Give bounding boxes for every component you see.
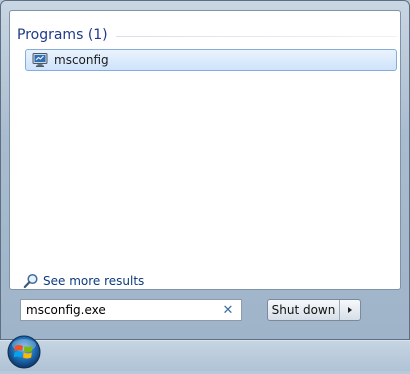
search-results-panel: Programs (1) msconfig See more results: [9, 10, 401, 290]
search-magnifier-icon: [23, 273, 39, 289]
see-more-results-link[interactable]: See more results: [23, 273, 144, 289]
shutdown-split-button: Shut down: [267, 299, 361, 321]
results-group-header: Programs (1): [17, 25, 397, 45]
start-button[interactable]: [4, 334, 44, 370]
result-item-msconfig[interactable]: msconfig: [25, 49, 397, 71]
group-title: Programs (1): [17, 27, 108, 43]
triangle-right-icon: [348, 307, 352, 313]
shutdown-options-button[interactable]: [340, 300, 360, 320]
taskbar: [0, 340, 410, 371]
search-input[interactable]: msconfig.exe ✕: [20, 299, 242, 321]
group-divider: [115, 35, 397, 37]
windows-logo-icon: [7, 335, 41, 369]
start-menu: Programs (1) msconfig See more results m…: [0, 0, 410, 340]
clear-x-icon[interactable]: ✕: [220, 302, 236, 318]
system-configuration-icon: [32, 52, 48, 68]
see-more-results-label: See more results: [43, 274, 145, 288]
shutdown-button[interactable]: Shut down: [268, 300, 339, 320]
result-label: msconfig: [54, 53, 109, 67]
search-input-text[interactable]: msconfig.exe: [26, 303, 220, 317]
